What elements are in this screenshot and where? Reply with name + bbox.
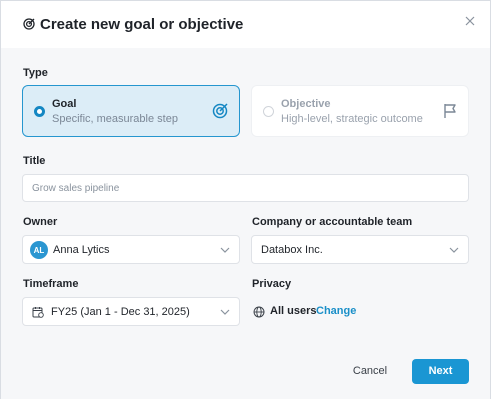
company-label: Company or accountable team: [252, 216, 413, 228]
chevron-down-icon: [220, 309, 230, 315]
chevron-down-icon: [220, 247, 230, 253]
goal-title: Goal: [52, 98, 77, 110]
dialog-title: Create new goal or objective: [40, 16, 244, 33]
objective-title: Objective: [281, 98, 331, 110]
target-icon: [23, 18, 35, 30]
title-placeholder: Grow sales pipeline: [32, 183, 120, 194]
title-label: Title: [23, 155, 46, 167]
timeframe-label: Timeframe: [23, 278, 79, 290]
flag-icon: [444, 104, 456, 118]
goal-radio[interactable]: [34, 106, 45, 117]
next-button[interactable]: Next: [412, 359, 469, 384]
timeframe-select[interactable]: FY25 (Jan 1 - Dec 31, 2025): [22, 297, 240, 326]
owner-value: Anna Lytics: [53, 244, 110, 256]
timeframe-value: FY25 (Jan 1 - Dec 31, 2025): [51, 306, 190, 318]
owner-select[interactable]: AL Anna Lytics: [22, 235, 240, 264]
create-goal-dialog: Create new goal or objective Type Goal S…: [0, 0, 491, 399]
close-icon[interactable]: [464, 15, 476, 27]
type-option-goal[interactable]: Goal Specific, measurable step: [22, 85, 240, 137]
objective-radio[interactable]: [263, 106, 274, 117]
owner-label: Owner: [23, 216, 58, 228]
type-option-objective[interactable]: Objective High-level, strategic outcome: [251, 85, 469, 137]
company-select[interactable]: Databox Inc.: [251, 235, 469, 264]
calendar-icon: [32, 307, 44, 318]
type-label: Type: [23, 67, 48, 79]
privacy-label: Privacy: [252, 278, 292, 290]
chevron-down-icon: [449, 247, 459, 253]
target-icon: [212, 103, 228, 119]
company-value: Databox Inc.: [261, 244, 323, 256]
globe-icon: [253, 306, 265, 318]
title-input[interactable]: Grow sales pipeline: [22, 174, 469, 202]
privacy-change-link[interactable]: Change: [316, 305, 356, 317]
objective-subtitle: High-level, strategic outcome: [281, 113, 423, 125]
avatar: AL: [30, 241, 48, 259]
cancel-button[interactable]: Cancel: [344, 362, 396, 380]
dialog-header: Create new goal or objective: [1, 1, 490, 48]
privacy-value: All users: [270, 305, 317, 317]
goal-subtitle: Specific, measurable step: [52, 113, 178, 125]
